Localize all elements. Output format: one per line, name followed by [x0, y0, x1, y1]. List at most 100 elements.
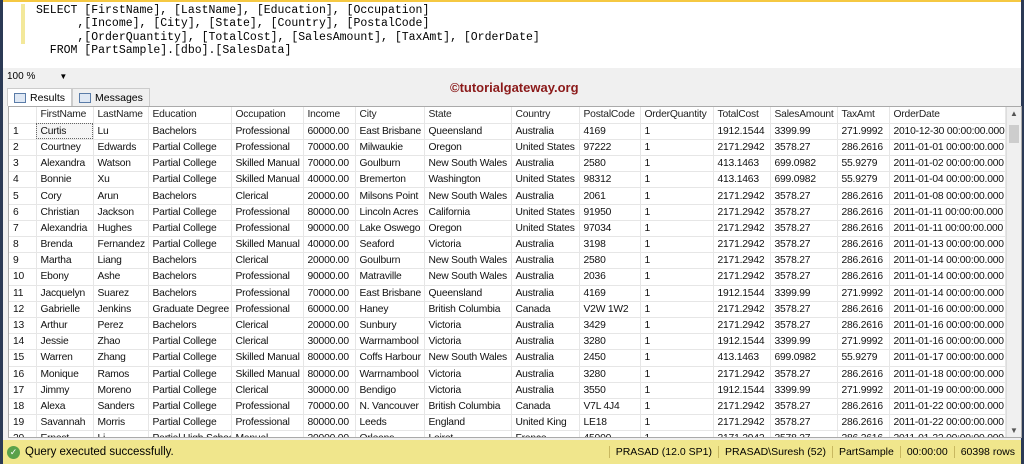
table-cell[interactable]: Oregon [424, 139, 512, 157]
column-header[interactable]: TaxAmt [837, 107, 890, 124]
table-cell[interactable]: Professional [231, 285, 304, 302]
table-cell[interactable]: 1 [640, 252, 714, 270]
table-cell[interactable]: Australia [511, 155, 580, 173]
sql-text[interactable]: SELECT [FirstName], [LastName], [Educati… [36, 4, 540, 58]
table-cell[interactable]: 286.2616 [837, 301, 890, 318]
table-cell[interactable]: Loiret [424, 430, 512, 437]
table-cell[interactable]: 1912.1544 [713, 333, 771, 351]
table-cell[interactable]: 2010-12-30 00:00:00.000 [889, 123, 1006, 140]
table-cell[interactable]: 2171.2942 [713, 268, 771, 286]
table-cell[interactable]: 2171.2942 [713, 317, 771, 335]
table-cell[interactable]: Fernandez [93, 236, 149, 254]
table-cell[interactable]: 286.2616 [837, 139, 890, 157]
table-cell[interactable]: Victoria [424, 236, 512, 254]
table-cell[interactable]: Manual [231, 430, 304, 437]
table-cell[interactable]: LE18 [579, 414, 641, 432]
zoom-select[interactable]: 100 % [7, 71, 35, 82]
table-cell[interactable]: 30000.00 [303, 333, 356, 351]
table-row[interactable]: 16 Monique Ramos Partial College Skilled Man… [9, 366, 1006, 383]
table-cell[interactable]: Savannah [36, 414, 94, 432]
table-cell[interactable]: 3578.27 [770, 268, 838, 286]
table-cell[interactable]: 2171.2942 [713, 414, 771, 432]
table-cell[interactable]: 3578.27 [770, 220, 838, 238]
table-cell[interactable]: 2171.2942 [713, 430, 771, 437]
column-header[interactable]: Education [148, 107, 232, 124]
table-cell[interactable]: 1 [640, 382, 714, 399]
table-cell[interactable]: Queensland [424, 123, 512, 140]
table-cell[interactable]: Leeds [355, 414, 425, 432]
table-cell[interactable]: 80000.00 [303, 414, 356, 432]
table-cell[interactable]: Clerical [231, 252, 304, 270]
table-cell[interactable]: 2011-01-22 00:00:00.000 [889, 414, 1006, 432]
table-cell[interactable]: Cory [36, 187, 94, 205]
table-cell[interactable]: 3578.27 [770, 317, 838, 335]
table-cell[interactable]: Professional [231, 414, 304, 432]
table-cell[interactable]: Lu [93, 123, 149, 140]
table-cell[interactable]: Watson [93, 155, 149, 173]
table-cell[interactable]: Milwaukie [355, 139, 425, 157]
table-cell[interactable]: 3399.99 [770, 285, 838, 302]
table-cell[interactable]: 2580 [579, 252, 641, 270]
table-cell[interactable]: Bachelors [148, 268, 232, 286]
table-cell[interactable]: Arthur [36, 317, 94, 335]
table-cell[interactable]: N. Vancouver [355, 398, 425, 416]
column-header[interactable]: Income [303, 107, 356, 124]
table-cell[interactable]: 98312 [579, 171, 641, 189]
table-cell[interactable]: 2011-01-04 00:00:00.000 [889, 171, 1006, 189]
table-cell[interactable]: 2171.2942 [713, 204, 771, 221]
table-cell[interactable]: Bachelors [148, 187, 232, 205]
table-cell[interactable]: 1 [640, 123, 714, 140]
table-cell[interactable]: 2011-01-14 00:00:00.000 [889, 268, 1006, 286]
table-cell[interactable]: 1 [640, 333, 714, 351]
table-cell[interactable]: 70000.00 [303, 285, 356, 302]
table-cell[interactable]: 2036 [579, 268, 641, 286]
table-cell[interactable]: Australia [511, 285, 580, 302]
table-cell[interactable]: 3578.27 [770, 301, 838, 318]
table-row[interactable]: 17 Jimmy Moreno Partial College Clerical 3000… [9, 382, 1006, 399]
table-cell[interactable]: Zhang [93, 349, 149, 367]
table-cell[interactable]: Zhao [93, 333, 149, 351]
table-cell[interactable]: Perez [93, 317, 149, 335]
table-cell[interactable]: Goulburn [355, 155, 425, 173]
table-cell[interactable]: 1 [640, 301, 714, 318]
table-cell[interactable]: 1912.1544 [713, 123, 771, 140]
table-cell[interactable]: East Brisbane [355, 123, 425, 140]
table-cell[interactable]: 1912.1544 [713, 285, 771, 302]
table-cell[interactable]: 70000.00 [303, 398, 356, 416]
table-cell[interactable]: 1 [640, 139, 714, 157]
table-cell[interactable]: Liang [93, 252, 149, 270]
tab-results[interactable]: Results [7, 88, 73, 106]
table-cell[interactable]: 286.2616 [837, 317, 890, 335]
table-row[interactable]: 18 Alexa Sanders Partial College Professiona… [9, 398, 1006, 416]
table-cell[interactable]: Bachelors [148, 317, 232, 335]
table-cell[interactable]: Warrnambool [355, 333, 425, 351]
row-number[interactable]: 13 [9, 317, 37, 335]
table-cell[interactable]: Australia [511, 366, 580, 383]
table-cell[interactable]: 2011-01-14 00:00:00.000 [889, 252, 1006, 270]
table-cell[interactable]: 3578.27 [770, 414, 838, 432]
table-cell[interactable]: 20000.00 [303, 187, 356, 205]
table-cell[interactable]: Victoria [424, 382, 512, 399]
table-row[interactable]: 7 Alexandria Hughes Partial College Professi… [9, 220, 1006, 238]
table-cell[interactable]: Jacquelyn [36, 285, 94, 302]
table-cell[interactable]: Queensland [424, 285, 512, 302]
table-cell[interactable]: 699.0982 [770, 349, 838, 367]
table-cell[interactable]: Alexandra [36, 155, 94, 173]
table-cell[interactable]: 286.2616 [837, 414, 890, 432]
table-cell[interactable]: 3578.27 [770, 252, 838, 270]
table-cell[interactable]: 1 [640, 220, 714, 238]
column-header[interactable]: OrderDate [889, 107, 1006, 124]
table-cell[interactable]: Xu [93, 171, 149, 189]
table-cell[interactable]: 1 [640, 204, 714, 221]
table-cell[interactable]: Australia [511, 382, 580, 399]
table-cell[interactable]: Washington [424, 171, 512, 189]
row-number[interactable]: 8 [9, 236, 37, 254]
table-cell[interactable]: Christian [36, 204, 94, 221]
row-number[interactable]: 18 [9, 398, 37, 416]
table-cell[interactable]: 3578.27 [770, 430, 838, 437]
table-cell[interactable]: 286.2616 [837, 220, 890, 238]
table-cell[interactable]: 3578.27 [770, 139, 838, 157]
table-cell[interactable]: 2171.2942 [713, 220, 771, 238]
table-row[interactable]: 15 Warren Zhang Partial College Skilled Manu… [9, 349, 1006, 367]
table-cell[interactable]: Partial College [148, 349, 232, 367]
